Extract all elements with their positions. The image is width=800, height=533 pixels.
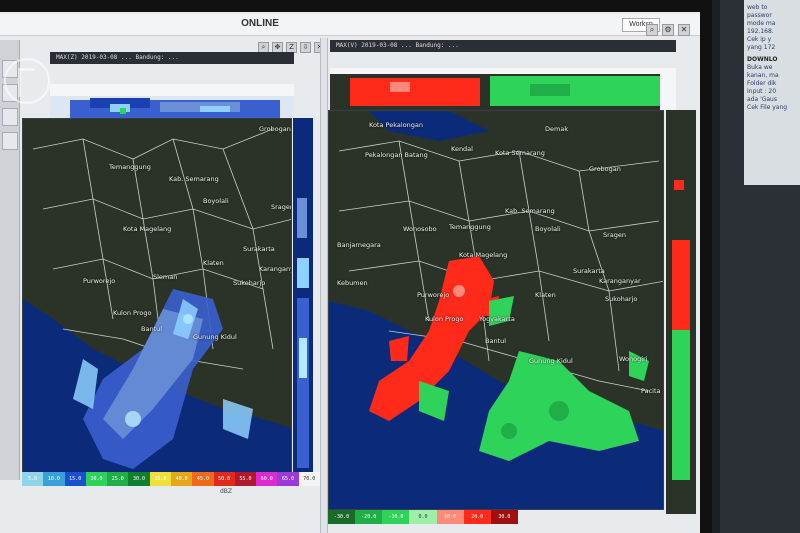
map-label-grobogan: Grobogan bbox=[589, 165, 621, 173]
legend-cell: 65.0 bbox=[277, 472, 299, 486]
map-label-yogyakarta: Yogyakarta bbox=[479, 315, 515, 323]
map-label-klaten: Klaten bbox=[535, 291, 556, 299]
legend-cell: 0.0 bbox=[409, 510, 437, 524]
map-label-kotasemarang: Kota Semarang bbox=[495, 149, 545, 157]
second-monitor-screen: web to passwor mode ma 192.168. Cek ip y… bbox=[744, 0, 800, 185]
map-label-klaten: Klaten bbox=[203, 259, 224, 267]
map-label-banjarnegara: Banjarnegara bbox=[337, 241, 381, 249]
legend-cell: 50.0 bbox=[213, 472, 235, 486]
map-label-sragen: Sragen bbox=[603, 231, 627, 239]
map-label-purworejo: Purworejo bbox=[83, 277, 116, 285]
map-label-gunungkidul: Gunung Kidul bbox=[193, 333, 237, 341]
right-cross-section-side bbox=[666, 110, 696, 514]
legend-cell: 40.0 bbox=[170, 472, 193, 486]
left-pane-header: MAX(Z) 2019-03-08 ... Bandung: ... bbox=[50, 52, 294, 64]
left-cross-section-top bbox=[50, 84, 294, 118]
export-icon[interactable]: ⇩ bbox=[300, 42, 311, 53]
map-label-kulonprogo: Kulon Progo bbox=[425, 315, 464, 323]
map-label-pekbatang: Pekalongan Batang bbox=[365, 151, 428, 159]
close-window-icon[interactable]: ✕ bbox=[678, 24, 690, 36]
map-label-kebumen: Kebumen bbox=[337, 279, 368, 287]
map-label-gunungkidul: Gunung Kidul bbox=[529, 357, 573, 365]
note-line: kanan, ma bbox=[747, 72, 779, 79]
note-line: Cek File yang bbox=[747, 104, 788, 111]
map-label-bantul: Bantul bbox=[141, 325, 163, 333]
legend-cell: 30.0 bbox=[490, 510, 518, 524]
note-line: ada 'Gaus bbox=[747, 96, 777, 103]
map-label-sukoharjo: Sukoharjo bbox=[605, 295, 638, 303]
map-label-semarang: Kab. Semarang bbox=[169, 175, 219, 183]
map-label-purworejo: Purworejo bbox=[417, 291, 450, 299]
note-line: passwor bbox=[747, 12, 772, 19]
map-label-grobogan: Grobogan bbox=[259, 125, 291, 133]
map-label-boyolali: Boyolali bbox=[535, 225, 561, 233]
legend-cell: 15.0 bbox=[64, 472, 86, 486]
legend-cell: -30.0 bbox=[328, 510, 356, 524]
window-title: ONLINE bbox=[241, 18, 279, 29]
map-label-sleman: Sleman bbox=[153, 273, 178, 281]
map-label-semarang: Kab. Semarang bbox=[505, 207, 555, 215]
map-label-boyolali: Boyolali bbox=[203, 197, 229, 205]
note-line: yang 172 bbox=[747, 44, 776, 51]
reflectivity-legend: 5.0 10.0 15.0 20.0 25.0 30.0 35.0 40.0 4… bbox=[22, 472, 320, 486]
legend-cell: 10.0 bbox=[436, 510, 464, 524]
legend-cell: 55.0 bbox=[234, 472, 257, 486]
watermark-logo bbox=[4, 58, 50, 104]
note-line: 192.168. bbox=[747, 28, 774, 35]
map-label-pekalongan: Kota Pekalongan bbox=[369, 121, 423, 129]
map-label-kendal: Kendal bbox=[451, 145, 473, 153]
panel-tab[interactable] bbox=[2, 132, 18, 150]
legend-unit: dBZ bbox=[220, 488, 233, 495]
legend-cell: 25.0 bbox=[107, 472, 129, 486]
map-label-magelang: Kota Magelang bbox=[123, 225, 172, 233]
note-heading: DOWNLO bbox=[747, 56, 778, 63]
legend-cell: 45.0 bbox=[192, 472, 214, 486]
legend-cell: 5.0 bbox=[22, 472, 44, 486]
legend-cell: 10.0 bbox=[43, 472, 65, 486]
velocity-legend: -30.0 -20.0 -10.0 0.0 10.0 20.0 30.0 bbox=[328, 510, 518, 524]
note-line: Folder dik bbox=[747, 80, 777, 87]
right-cross-section-top bbox=[330, 68, 676, 110]
settings-icon[interactable]: ⚙ bbox=[662, 24, 674, 36]
right-pane-header: MAX(V) 2019-03-08 ... Bandung: ... bbox=[330, 40, 676, 52]
legend-cell: 60.0 bbox=[256, 472, 278, 486]
map-label-karanganyar: Karanganyar bbox=[599, 277, 641, 285]
map-label-bantul: Bantul bbox=[485, 337, 507, 345]
legend-cell: 35.0 bbox=[149, 472, 171, 486]
note-line: Buka we bbox=[747, 64, 773, 71]
legend-cell: 30.0 bbox=[128, 472, 150, 486]
velocity-map[interactable]: Kota Pekalongan Demak Kendal Kota Semara… bbox=[328, 110, 664, 510]
note-line: Input : 20 bbox=[747, 88, 777, 95]
map-label-temanggung: Temanggung bbox=[109, 163, 151, 171]
search-icon[interactable]: ⌕ bbox=[646, 24, 658, 36]
legend-cell: -10.0 bbox=[382, 510, 410, 524]
panel-tab[interactable] bbox=[2, 108, 18, 126]
note-line: web to bbox=[747, 4, 768, 11]
map-label-demak: Demak bbox=[545, 125, 569, 133]
map-label-wonosobo: Wonosobo bbox=[403, 225, 437, 233]
right-pane-toolbar: ⌕ ⚙ ✕ bbox=[646, 24, 690, 36]
note-line: mode ma bbox=[747, 20, 776, 27]
map-label-sragen: Sragen bbox=[271, 203, 292, 211]
reflectivity-map-graphic bbox=[23, 119, 291, 473]
map-label-wonogiri: Wonogiri bbox=[619, 355, 648, 363]
pane-divider[interactable] bbox=[320, 38, 328, 533]
legend-cell: -20.0 bbox=[355, 510, 383, 524]
note-line: Cek ip y bbox=[747, 36, 772, 43]
left-cross-section-side bbox=[293, 118, 313, 478]
left-tool-panel bbox=[0, 40, 20, 480]
map-label-pacitan: Pacita bbox=[641, 387, 661, 395]
map-label-magelang: Kota Magelang bbox=[459, 251, 508, 259]
map-label-karanganyar: Karanganyar bbox=[259, 265, 291, 273]
map-label-surakarta: Surakarta bbox=[243, 245, 275, 253]
map-label-kulonprogo: Kulon Progo bbox=[113, 309, 152, 317]
legend-cell: 70.0 bbox=[298, 472, 320, 486]
window-titlebar: ONLINE Worksp bbox=[0, 14, 700, 36]
legend-cell: 20.0 bbox=[85, 472, 108, 486]
map-label-temanggung: Temanggung bbox=[449, 223, 491, 231]
legend-cell: 20.0 bbox=[463, 510, 491, 524]
reflectivity-map[interactable]: Grobogan Temanggung Kab. Semarang Boyola… bbox=[22, 118, 292, 474]
map-label-surakarta: Surakarta bbox=[573, 267, 605, 275]
map-label-sukoharjo: Sukoharjo bbox=[233, 279, 266, 287]
